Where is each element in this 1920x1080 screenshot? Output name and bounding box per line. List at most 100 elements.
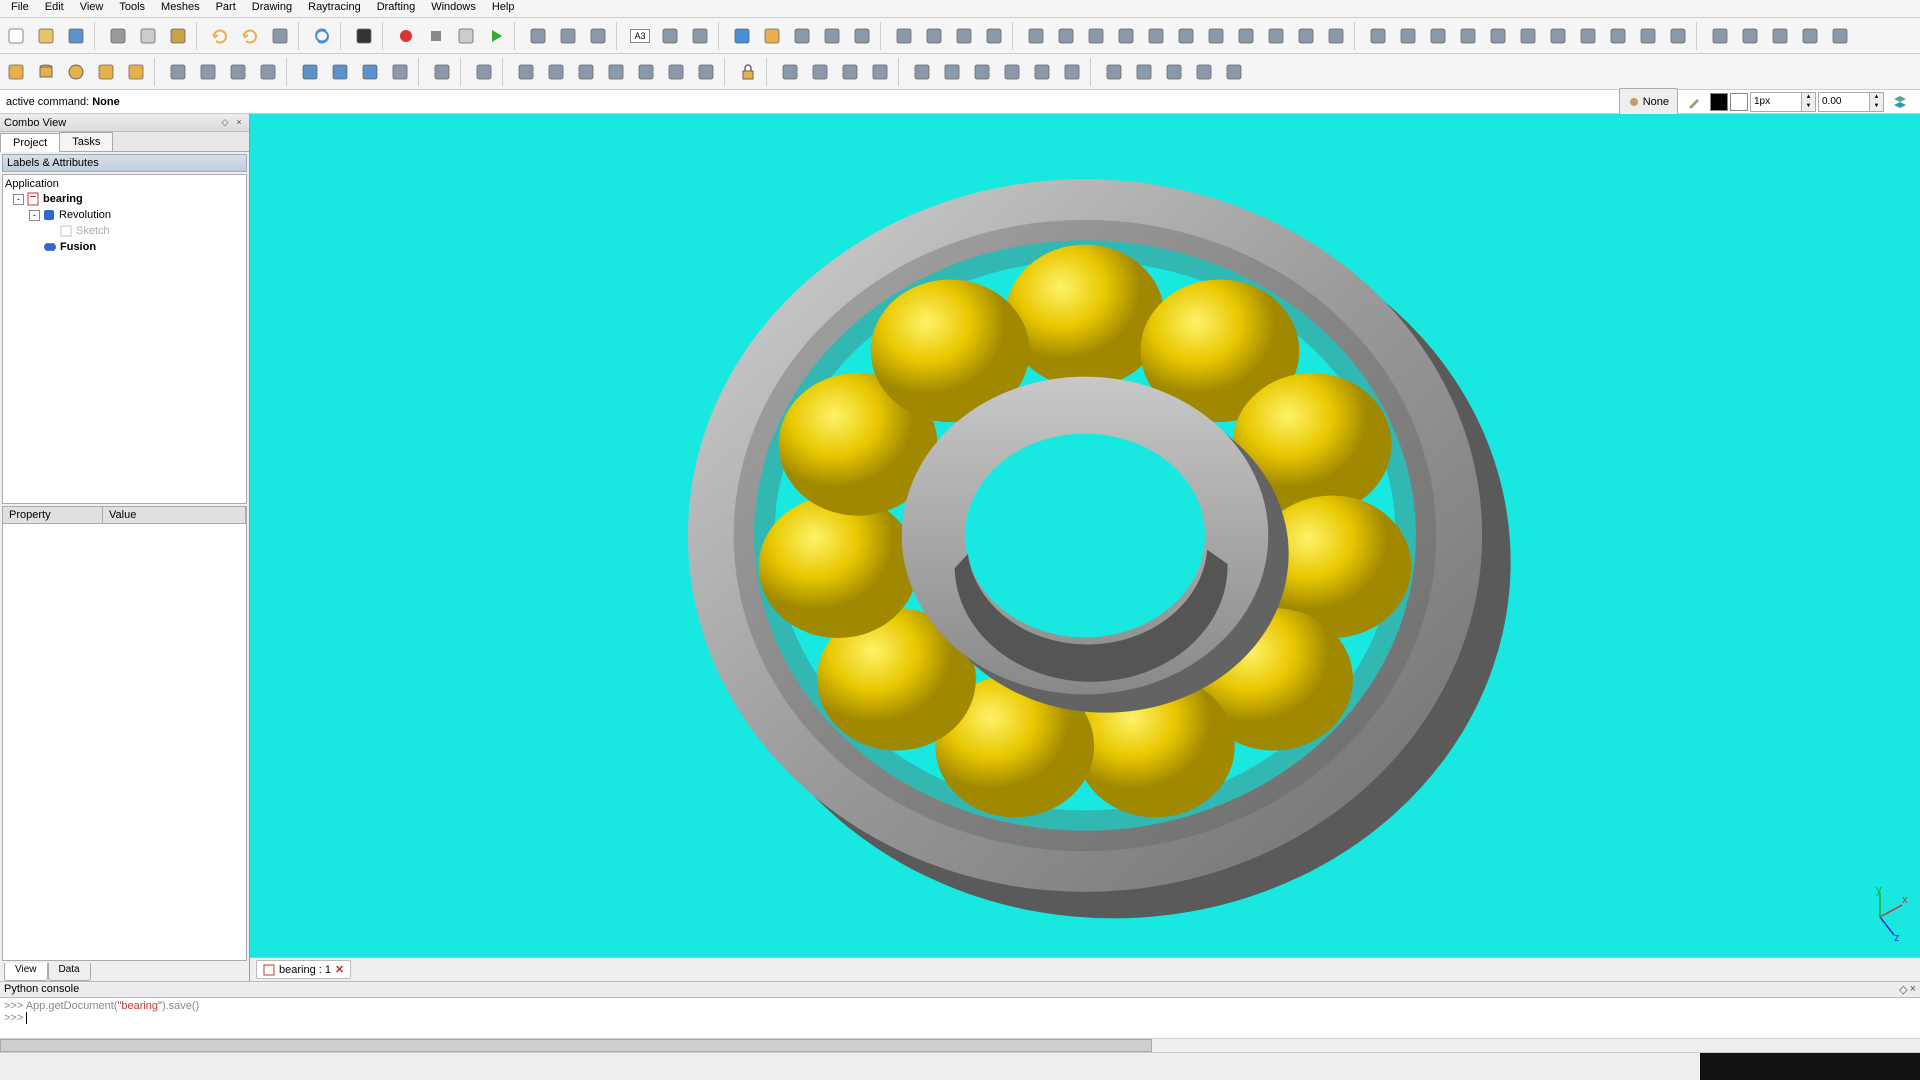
toolbtn-hide[interactable] (1796, 22, 1824, 50)
toolbtn-snap7[interactable] (692, 58, 720, 86)
toolbtn-diff[interactable] (326, 58, 354, 86)
toolbtn-snap1[interactable] (512, 58, 540, 86)
toolbtn-text[interactable] (1292, 22, 1320, 50)
toolbtn-back[interactable] (848, 22, 876, 50)
tab-data[interactable]: Data (48, 963, 91, 981)
tab-tasks[interactable]: Tasks (59, 132, 113, 151)
toolbtn-iso[interactable] (758, 22, 786, 50)
toolbtn-n3[interactable] (968, 58, 996, 86)
style-button[interactable]: None (1619, 88, 1678, 116)
tree-item-sketch[interactable]: Sketch (5, 223, 244, 239)
menu-drafting[interactable]: Drafting (369, 0, 424, 17)
tab-project[interactable]: Project (0, 133, 60, 152)
toolbtn-lock[interactable] (734, 58, 762, 86)
toolbtn-pline[interactable] (1082, 22, 1110, 50)
value-stepper[interactable]: ▲▼ (1870, 92, 1884, 112)
prop-col-value[interactable]: Value (103, 507, 246, 523)
menu-meshes[interactable]: Meshes (153, 0, 208, 17)
toolbtn-dim[interactable] (1322, 22, 1350, 50)
toolbtn-trim[interactable] (1202, 22, 1230, 50)
toolbtn-loft[interactable] (194, 58, 222, 86)
toolbtn-inter[interactable] (356, 58, 384, 86)
toolbtn-mirror[interactable] (1262, 22, 1290, 50)
toolbtn-torus[interactable] (122, 58, 150, 86)
python-hscroll[interactable] (0, 1038, 1920, 1052)
tree-item-revolution[interactable]: - Revolution (5, 207, 244, 223)
toolbtn-shell[interactable] (164, 58, 192, 86)
toolbtn-cyl[interactable] (32, 58, 60, 86)
toolbtn-stop[interactable] (422, 22, 450, 50)
tree-item-bearing[interactable]: - bearing (5, 191, 244, 207)
tree-root[interactable]: Application (5, 177, 244, 191)
prop-col-property[interactable]: Property (3, 507, 103, 523)
python-console[interactable]: >>> App.getDocument("bearing").save() >>… (0, 998, 1920, 1038)
menu-edit[interactable]: Edit (37, 0, 72, 17)
toolbtn-n5[interactable] (1028, 58, 1056, 86)
toolbtn-sketch[interactable] (1766, 22, 1794, 50)
toolbtn-arc[interactable] (1052, 22, 1080, 50)
fillcolor-swatch[interactable] (1730, 93, 1748, 111)
toolbtn-n2[interactable] (938, 58, 966, 86)
toolbtn-move[interactable] (1364, 22, 1392, 50)
toolbtn-snap6[interactable] (662, 58, 690, 86)
toolbtn-open[interactable] (32, 22, 60, 50)
doc-tab-bearing[interactable]: bearing : 1 ✕ (256, 960, 351, 979)
toolbtn-p3[interactable] (1160, 58, 1188, 86)
toolbtn-top[interactable] (890, 22, 918, 50)
toolbtn-mir2[interactable] (1424, 22, 1452, 50)
toolbtn-cut[interactable] (104, 22, 132, 50)
toolbtn-n6[interactable] (1058, 58, 1086, 86)
toolbtn-record[interactable] (392, 22, 420, 50)
toolbtn-play[interactable] (482, 22, 510, 50)
toolbtn-align[interactable] (1514, 22, 1542, 50)
toolbtn-new[interactable] (2, 22, 30, 50)
py-close-icon[interactable]: × (1910, 983, 1916, 996)
apply-button[interactable] (1886, 88, 1914, 116)
linewidth-field[interactable]: 1px (1750, 92, 1802, 112)
toolbtn-arr-r[interactable] (1574, 22, 1602, 50)
toolbtn-show[interactable] (1826, 22, 1854, 50)
toolbtn-union[interactable] (296, 58, 324, 86)
toolbtn-cut2[interactable] (1454, 22, 1482, 50)
menu-part[interactable]: Part (208, 0, 244, 17)
menu-help[interactable]: Help (484, 0, 523, 17)
toolbtn-m1[interactable] (776, 58, 804, 86)
toolbtn-sphere[interactable] (62, 58, 90, 86)
toolbtn-offset[interactable] (1484, 22, 1512, 50)
toolbtn-ext[interactable] (1232, 22, 1260, 50)
toolbtn-box[interactable] (2, 58, 30, 86)
toolbtn-sweep[interactable] (224, 58, 252, 86)
combo-close-icon[interactable]: × (233, 117, 245, 129)
toolbtn-left[interactable] (950, 22, 978, 50)
toolbtn-arr-l[interactable] (1544, 22, 1572, 50)
toolbtn-snap5[interactable] (632, 58, 660, 86)
toolbtn-cone[interactable] (92, 58, 120, 86)
toolbtn-axo[interactable] (788, 22, 816, 50)
toolbtn-arr-d[interactable] (1634, 22, 1662, 50)
toolbtn-zoom-fit[interactable] (728, 22, 756, 50)
menu-view[interactable]: View (72, 0, 112, 17)
toolbtn-redo[interactable] (236, 22, 264, 50)
toolbtn-whatsthis[interactable] (350, 22, 378, 50)
toolbtn-right[interactable] (980, 22, 1008, 50)
py-undock-icon[interactable]: ◇ (1899, 983, 1907, 996)
scrollbar-thumb[interactable] (0, 1039, 1152, 1052)
toolbtn-front[interactable] (818, 22, 846, 50)
toolbtn-save[interactable] (62, 22, 90, 50)
value-field[interactable]: 0.00 (1818, 92, 1870, 112)
toolbtn-snap4[interactable] (602, 58, 630, 86)
toolbtn-p2[interactable] (1130, 58, 1158, 86)
toolbtn-n4[interactable] (998, 58, 1026, 86)
toolbtn-sel1[interactable] (524, 22, 552, 50)
toolbtn-shape[interactable] (1172, 22, 1200, 50)
toolbtn-grid[interactable] (1664, 22, 1692, 50)
toolbtn-copy[interactable] (134, 22, 162, 50)
toolbtn-p5[interactable] (1220, 58, 1248, 86)
toolbtn-m3[interactable] (836, 58, 864, 86)
toolbtn-m4[interactable] (866, 58, 894, 86)
toolbtn-a3[interactable]: A3 (626, 22, 654, 50)
pen-button[interactable] (1680, 88, 1708, 116)
toolbtn-undo[interactable] (206, 22, 234, 50)
menu-raytracing[interactable]: Raytracing (300, 0, 369, 17)
close-icon[interactable]: ✕ (335, 963, 344, 976)
